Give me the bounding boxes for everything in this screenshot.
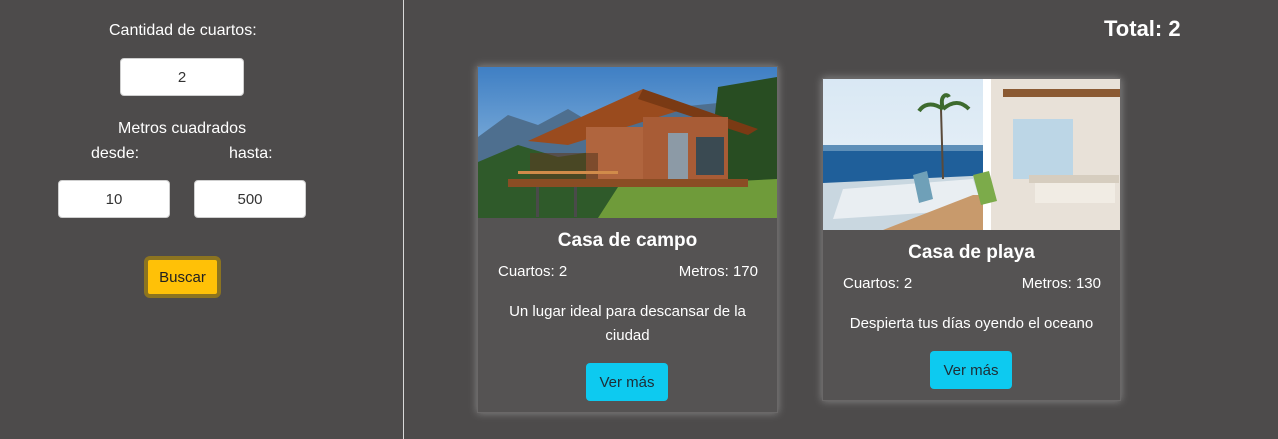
from-label: desde:: [91, 145, 140, 162]
property-image: [823, 79, 1120, 230]
details-button[interactable]: Ver más: [586, 363, 668, 401]
rooms-label: Cantidad de cuartos:: [109, 22, 257, 39]
meters-from-input[interactable]: [58, 180, 170, 218]
property-rooms: Cuartos: 2: [843, 275, 913, 292]
rooms-input[interactable]: [120, 58, 244, 96]
country-house-photo: [478, 67, 777, 218]
property-meters: Metros: 130: [1021, 275, 1101, 292]
property-meters: Metros: 170: [678, 263, 758, 280]
property-title: Casa de campo: [557, 230, 698, 251]
meters-to-input[interactable]: [194, 180, 306, 218]
property-description: Un lugar ideal para descansar de la ciud…: [509, 303, 746, 344]
search-button[interactable]: Buscar: [144, 256, 221, 298]
to-label: hasta:: [229, 145, 273, 162]
property-card: Casa de campo Cuartos: 2 Metros: 170 Un …: [477, 66, 778, 413]
property-description: Despierta tus días oyendo el oceano: [849, 315, 1094, 332]
property-image: [478, 67, 777, 218]
meters-label: Metros cuadrados: [118, 120, 247, 137]
property-title: Casa de playa: [908, 242, 1035, 263]
property-card: Casa de playa Cuartos: 2 Metros: 130 Des…: [822, 78, 1121, 401]
filter-sidebar: Cantidad de cuartos: Metros cuadrados de…: [0, 0, 404, 439]
property-rooms: Cuartos: 2: [498, 263, 568, 280]
details-button[interactable]: Ver más: [930, 351, 1012, 389]
beach-house-photo: [823, 79, 1120, 230]
results-total: Total: 2: [1104, 16, 1181, 41]
